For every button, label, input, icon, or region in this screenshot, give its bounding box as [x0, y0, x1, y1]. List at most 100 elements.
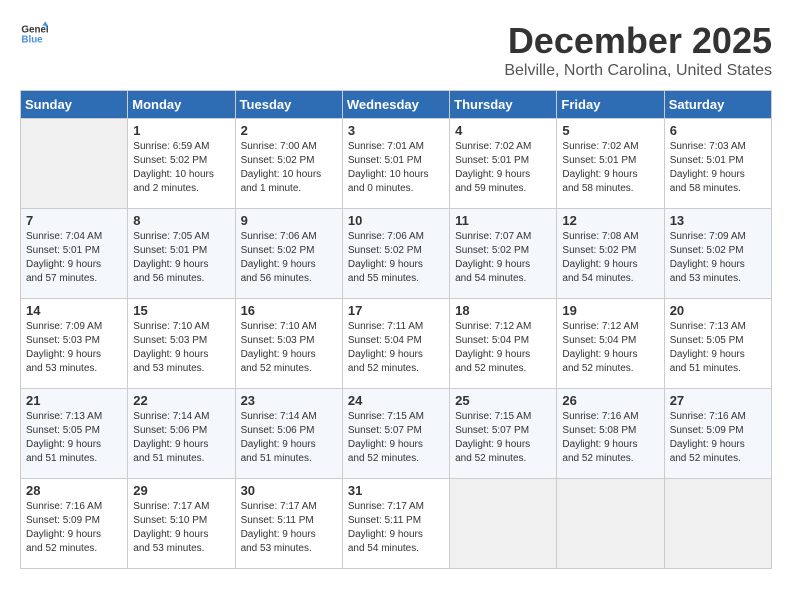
day-cell: 6 Sunrise: 7:03 AM Sunset: 5:01 PM Daylig…	[664, 119, 771, 209]
day-cell	[557, 479, 664, 569]
day-content: Sunrise: 7:07 AM Sunset: 5:02 PM Dayligh…	[455, 230, 551, 286]
day-cell: 2 Sunrise: 7:00 AM Sunset: 5:02 PM Daylig…	[235, 119, 342, 209]
day-content: Sunrise: 7:11 AM Sunset: 5:04 PM Dayligh…	[348, 320, 444, 376]
day-content: Sunrise: 7:17 AM Sunset: 5:11 PM Dayligh…	[348, 500, 444, 556]
week-row-2: 7 Sunrise: 7:04 AM Sunset: 5:01 PM Daylig…	[21, 209, 772, 299]
day-number: 2	[241, 123, 337, 138]
day-number: 10	[348, 213, 444, 228]
day-content: Sunrise: 7:15 AM Sunset: 5:07 PM Dayligh…	[348, 410, 444, 466]
week-row-3: 14Sunrise: 7:09 AM Sunset: 5:03 PM Dayli…	[21, 299, 772, 389]
day-cell: 12 Sunrise: 7:08 AM Sunset: 5:02 PM Dayli…	[557, 209, 664, 299]
day-number: 11	[455, 213, 551, 228]
title-block: December 2025 Belville, North Carolina, …	[504, 20, 772, 80]
day-cell	[664, 479, 771, 569]
day-cell: 8 Sunrise: 7:05 AM Sunset: 5:01 PM Daylig…	[128, 209, 235, 299]
day-number: 28	[26, 483, 122, 498]
day-number: 12	[562, 213, 658, 228]
day-number: 21	[26, 393, 122, 408]
day-content: Sunrise: 7:13 AM Sunset: 5:05 PM Dayligh…	[26, 410, 122, 466]
day-content: Sunrise: 7:08 AM Sunset: 5:02 PM Dayligh…	[562, 230, 658, 286]
col-header-saturday: Saturday	[664, 91, 771, 119]
day-cell: 11 Sunrise: 7:07 AM Sunset: 5:02 PM Dayli…	[450, 209, 557, 299]
day-content: Sunrise: 7:12 AM Sunset: 5:04 PM Dayligh…	[562, 320, 658, 376]
day-cell: 20Sunrise: 7:13 AM Sunset: 5:05 PM Dayli…	[664, 299, 771, 389]
day-content: Sunrise: 7:16 AM Sunset: 5:09 PM Dayligh…	[26, 500, 122, 556]
col-header-sunday: Sunday	[21, 91, 128, 119]
day-cell: 25Sunrise: 7:15 AM Sunset: 5:07 PM Dayli…	[450, 389, 557, 479]
day-number: 1	[133, 123, 229, 138]
day-cell: 13 Sunrise: 7:09 AM Sunset: 5:02 PM Dayli…	[664, 209, 771, 299]
col-header-wednesday: Wednesday	[342, 91, 449, 119]
day-number: 24	[348, 393, 444, 408]
day-cell: 29 Sunrise: 7:17 AM Sunset: 5:10 PM Dayli…	[128, 479, 235, 569]
header-row: SundayMondayTuesdayWednesdayThursdayFrid…	[21, 91, 772, 119]
logo: General Blue	[20, 20, 48, 48]
day-cell: 4Sunrise: 7:02 AM Sunset: 5:01 PM Daylig…	[450, 119, 557, 209]
day-cell: 31 Sunrise: 7:17 AM Sunset: 5:11 PM Dayli…	[342, 479, 449, 569]
week-row-1: 1 Sunrise: 6:59 AM Sunset: 5:02 PM Daylig…	[21, 119, 772, 209]
day-number: 17	[348, 303, 444, 318]
col-header-friday: Friday	[557, 91, 664, 119]
day-cell	[21, 119, 128, 209]
col-header-thursday: Thursday	[450, 91, 557, 119]
day-content: Sunrise: 7:17 AM Sunset: 5:10 PM Dayligh…	[133, 500, 229, 556]
day-content: Sunrise: 7:09 AM Sunset: 5:03 PM Dayligh…	[26, 320, 122, 376]
day-content: Sunrise: 7:14 AM Sunset: 5:06 PM Dayligh…	[133, 410, 229, 466]
day-content: Sunrise: 7:12 AM Sunset: 5:04 PM Dayligh…	[455, 320, 551, 376]
day-content: Sunrise: 7:01 AM Sunset: 5:01 PM Dayligh…	[348, 140, 444, 196]
day-number: 4	[455, 123, 551, 138]
day-number: 13	[670, 213, 766, 228]
day-number: 7	[26, 213, 122, 228]
calendar-table: SundayMondayTuesdayWednesdayThursdayFrid…	[20, 90, 772, 569]
day-cell: 21 Sunrise: 7:13 AM Sunset: 5:05 PM Dayli…	[21, 389, 128, 479]
day-content: Sunrise: 7:00 AM Sunset: 5:02 PM Dayligh…	[241, 140, 337, 196]
day-cell: 23Sunrise: 7:14 AM Sunset: 5:06 PM Dayli…	[235, 389, 342, 479]
day-content: Sunrise: 7:06 AM Sunset: 5:02 PM Dayligh…	[348, 230, 444, 286]
page-header: General Blue December 2025 Belville, Nor…	[20, 20, 772, 80]
day-number: 25	[455, 393, 551, 408]
day-cell: 1 Sunrise: 6:59 AM Sunset: 5:02 PM Daylig…	[128, 119, 235, 209]
day-number: 31	[348, 483, 444, 498]
day-content: Sunrise: 7:09 AM Sunset: 5:02 PM Dayligh…	[670, 230, 766, 286]
day-number: 8	[133, 213, 229, 228]
day-content: Sunrise: 7:05 AM Sunset: 5:01 PM Dayligh…	[133, 230, 229, 286]
day-number: 6	[670, 123, 766, 138]
day-number: 22	[133, 393, 229, 408]
day-content: Sunrise: 7:16 AM Sunset: 5:09 PM Dayligh…	[670, 410, 766, 466]
day-content: Sunrise: 7:10 AM Sunset: 5:03 PM Dayligh…	[241, 320, 337, 376]
day-cell: 26Sunrise: 7:16 AM Sunset: 5:08 PM Dayli…	[557, 389, 664, 479]
day-content: Sunrise: 7:02 AM Sunset: 5:01 PM Dayligh…	[562, 140, 658, 196]
day-number: 3	[348, 123, 444, 138]
calendar-title: December 2025	[504, 20, 772, 62]
day-cell: 30 Sunrise: 7:17 AM Sunset: 5:11 PM Dayli…	[235, 479, 342, 569]
day-content: Sunrise: 7:04 AM Sunset: 5:01 PM Dayligh…	[26, 230, 122, 286]
day-cell: 28 Sunrise: 7:16 AM Sunset: 5:09 PM Dayli…	[21, 479, 128, 569]
day-cell: 3 Sunrise: 7:01 AM Sunset: 5:01 PM Daylig…	[342, 119, 449, 209]
week-row-5: 28 Sunrise: 7:16 AM Sunset: 5:09 PM Dayli…	[21, 479, 772, 569]
day-cell: 19 Sunrise: 7:12 AM Sunset: 5:04 PM Dayli…	[557, 299, 664, 389]
day-cell: 7 Sunrise: 7:04 AM Sunset: 5:01 PM Daylig…	[21, 209, 128, 299]
day-content: Sunrise: 6:59 AM Sunset: 5:02 PM Dayligh…	[133, 140, 229, 196]
col-header-monday: Monday	[128, 91, 235, 119]
day-content: Sunrise: 7:06 AM Sunset: 5:02 PM Dayligh…	[241, 230, 337, 286]
day-number: 23	[241, 393, 337, 408]
day-number: 18	[455, 303, 551, 318]
day-content: Sunrise: 7:03 AM Sunset: 5:01 PM Dayligh…	[670, 140, 766, 196]
day-content: Sunrise: 7:16 AM Sunset: 5:08 PM Dayligh…	[562, 410, 658, 466]
day-cell: 9Sunrise: 7:06 AM Sunset: 5:02 PM Daylig…	[235, 209, 342, 299]
logo-icon: General Blue	[20, 20, 48, 48]
day-cell	[450, 479, 557, 569]
col-header-tuesday: Tuesday	[235, 91, 342, 119]
day-number: 30	[241, 483, 337, 498]
day-number: 29	[133, 483, 229, 498]
day-cell: 24 Sunrise: 7:15 AM Sunset: 5:07 PM Dayli…	[342, 389, 449, 479]
day-number: 15	[133, 303, 229, 318]
week-row-4: 21 Sunrise: 7:13 AM Sunset: 5:05 PM Dayli…	[21, 389, 772, 479]
day-cell: 5 Sunrise: 7:02 AM Sunset: 5:01 PM Daylig…	[557, 119, 664, 209]
day-content: Sunrise: 7:17 AM Sunset: 5:11 PM Dayligh…	[241, 500, 337, 556]
day-number: 5	[562, 123, 658, 138]
day-number: 27	[670, 393, 766, 408]
day-number: 20	[670, 303, 766, 318]
day-cell: 14Sunrise: 7:09 AM Sunset: 5:03 PM Dayli…	[21, 299, 128, 389]
day-number: 19	[562, 303, 658, 318]
